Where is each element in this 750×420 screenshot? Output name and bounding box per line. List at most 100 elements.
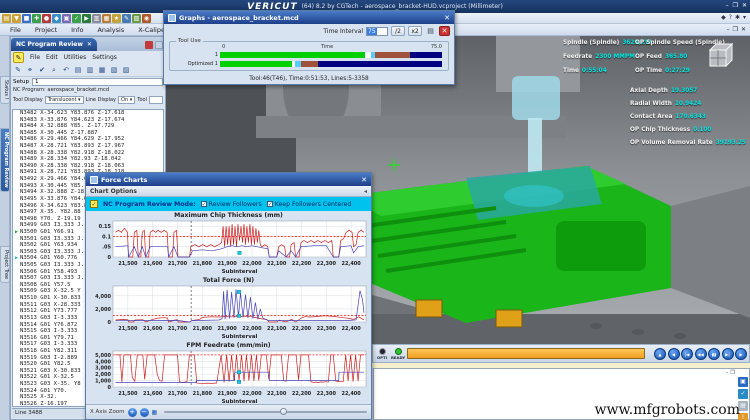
graphs-titlebar[interactable]: Graphs - aerospace_bracket.mcd ✕ — [164, 11, 454, 24]
play-reverse-button[interactable]: ◀ — [667, 347, 680, 360]
window-control-icon[interactable]: – — [726, 2, 729, 9]
open-icon[interactable]: ▼ — [12, 13, 21, 23]
play-icon[interactable]: ▶ — [82, 13, 91, 23]
nc-tab-close-icon[interactable]: ✕ — [87, 41, 92, 48]
window-control-icon[interactable]: ✕ — [742, 2, 747, 9]
review-followers-checkbox[interactable]: ✓ Review Followers — [200, 201, 262, 208]
zoom-slider-thumb[interactable] — [279, 408, 287, 415]
nc-program-line[interactable]: N3483 X-33.876 Y84.623 Z-17.674 — [13, 117, 163, 124]
tab-nc-program-review[interactable]: NC Program Review ✕ — [11, 38, 97, 51]
monitor-icon[interactable]: ▣ — [738, 377, 748, 387]
viewport-control-icon[interactable]: – — [727, 26, 730, 33]
nc-edit-mode-icon[interactable]: ✎ — [13, 52, 24, 63]
print-icon[interactable]: ▤ — [73, 65, 83, 75]
nc-program-line[interactable]: N3485 X-30.445 Z-17.887 — [13, 130, 163, 137]
markup-icon[interactable]: ✔ — [37, 65, 47, 75]
viewport-control-icon[interactable]: ✕ — [741, 26, 746, 33]
force-charts-close-icon[interactable]: ✕ — [361, 176, 367, 184]
chart-options-bar[interactable]: Chart Options ◂ — [86, 186, 371, 197]
zoom-out-button[interactable]: − — [139, 407, 149, 417]
tool-field[interactable] — [148, 96, 163, 104]
window-control-icon[interactable]: ❐ — [733, 2, 738, 9]
follower-marker[interactable] — [237, 313, 241, 318]
print-icon[interactable]: ▤ — [425, 26, 436, 36]
sidebar-tab-nc-program-review[interactable]: NC Program Review — [0, 128, 10, 192]
block3-icon[interactable]: ▨ — [121, 65, 131, 75]
nc-program-line[interactable]: N3489 X-28.334 Y82.93 Z-18.042 — [13, 156, 163, 163]
nc-menu-file[interactable]: File — [30, 54, 40, 61]
double-interval-button[interactable]: x2 — [408, 26, 422, 36]
nc-program-line[interactable]: N3490 X-28.338 Y82.918 Z-18.063 — [13, 163, 163, 170]
zoom-in-button[interactable]: + — [127, 407, 137, 417]
block1-icon[interactable]: ▦ — [97, 65, 107, 75]
orientation-cube-icon[interactable] — [702, 40, 738, 72]
follower-marker[interactable] — [237, 370, 241, 375]
nc-program-line[interactable]: N3488 X-28.338 Y82.918 Z-18.022 — [13, 150, 163, 157]
chart-plot[interactable]: 21,500 21,600 21,700 21,800 21,900 22,000 22,1… — [86, 220, 373, 276]
star-icon[interactable]: ★ — [112, 13, 121, 23]
menu-info[interactable]: Info — [71, 26, 83, 34]
tool-use-bar[interactable] — [220, 60, 442, 67]
search-icon[interactable]: ⌕ — [49, 65, 59, 75]
pause-button[interactable]: ▮▮ — [708, 347, 720, 360]
step-forward-button[interactable]: ▶| — [721, 347, 734, 360]
top-right-icon[interactable]: ✱ — [735, 14, 740, 21]
add-icon[interactable]: ✚ — [32, 13, 41, 23]
menu-project[interactable]: Project — [35, 26, 57, 34]
target-icon[interactable]: ◉ — [142, 13, 151, 23]
nc-menu-settings[interactable]: Settings — [92, 54, 117, 61]
record-flag-icon[interactable] — [145, 41, 153, 49]
sidebar-tab-status-[interactable]: Status ! — [0, 76, 10, 104]
nc-menu-utilities[interactable]: Utilities — [64, 54, 87, 61]
play-button[interactable]: ▶ — [735, 347, 747, 360]
setup-field[interactable]: 1 — [32, 78, 163, 86]
opti-indicator[interactable]: OPTI — [375, 347, 389, 360]
line-display-select[interactable]: On ▾ — [118, 96, 136, 104]
chart-options-collapse-icon[interactable]: ◂ — [364, 188, 367, 195]
zoom-grid-icon[interactable]: ▦ — [152, 408, 161, 417]
keep-followers-centered-checkbox[interactable]: ✓ Keep Followers Centered — [266, 201, 351, 208]
time-interval-input[interactable]: 75 — [366, 26, 388, 36]
detach-icon[interactable] — [155, 41, 163, 49]
layers-icon[interactable]: ▦ — [102, 13, 111, 23]
gem-icon[interactable]: ◆ — [52, 13, 61, 23]
nc-program-line[interactable]: N3482 X-34.623 Y83.876 Z-17.618 — [13, 110, 163, 117]
top-right-icon[interactable]: ? — [729, 14, 732, 21]
top-right-icon[interactable]: ◆ — [721, 14, 726, 21]
stop-button[interactable]: ▲ — [654, 347, 666, 360]
chart-plot[interactable]: 21,500 21,600 21,700 21,800 21,900 22,000 22,1… — [86, 285, 373, 341]
chart-plot[interactable]: 21,500 21,600 21,700 21,800 21,900 22,000 22,1… — [86, 350, 373, 406]
graphs-close-icon[interactable]: ✕ — [444, 14, 450, 22]
sidebar-tab-project-tree[interactable]: Project Tree — [0, 246, 10, 284]
nc-program-line[interactable]: N3484 X-32.888 Y85. Z-17.729 — [13, 123, 163, 130]
halve-interval-button[interactable]: /2 — [391, 26, 405, 36]
link-icon[interactable]: ⚭ — [25, 65, 35, 75]
viewport-control-icon[interactable]: ❐ — [733, 26, 738, 33]
nc-program-line[interactable]: N3486 X-29.466 Y84.629 Z-17.952 — [13, 136, 163, 143]
menu-file[interactable]: File — [10, 26, 21, 34]
nc-program-line[interactable]: N3487 X-28.721 Y83.893 Z-17.967 — [13, 143, 163, 150]
record-icon[interactable]: ● — [42, 13, 51, 23]
nc-menu-edit[interactable]: Edit — [46, 54, 58, 61]
block2-icon[interactable]: ▧ — [109, 65, 119, 75]
tool-use-bar[interactable] — [220, 51, 442, 58]
top-right-icon[interactable]: ▾ — [743, 14, 746, 21]
zoom-slider[interactable] — [163, 408, 367, 415]
menu-analysis[interactable]: Analysis — [97, 26, 124, 34]
follower-marker[interactable] — [237, 250, 242, 255]
save-icon[interactable]: ■ — [22, 13, 31, 23]
rewind-button[interactable]: ◀◀ — [694, 347, 707, 360]
report-icon[interactable]: ▥ — [92, 13, 101, 23]
undo-icon[interactable]: ↶ — [61, 65, 71, 75]
tool-display-select[interactable]: Translucent ▾ — [44, 96, 84, 104]
columns-icon[interactable]: ▥ — [85, 65, 95, 75]
check-icon[interactable]: ✓ — [72, 13, 81, 23]
check-circle-icon[interactable]: ✓ — [738, 389, 748, 399]
graphs-red-close-button[interactable]: ✕ — [439, 26, 450, 36]
tools-icon[interactable]: ▧ — [132, 13, 141, 23]
grid-icon[interactable]: ▣ — [62, 13, 71, 23]
force-charts-titlebar[interactable]: Force Charts ✕ — [86, 173, 371, 186]
highlight-edit-icon[interactable]: ✎ — [13, 65, 23, 75]
edit-icon[interactable]: ✎ — [122, 13, 131, 23]
to-start-button[interactable]: |◀ — [681, 347, 693, 360]
